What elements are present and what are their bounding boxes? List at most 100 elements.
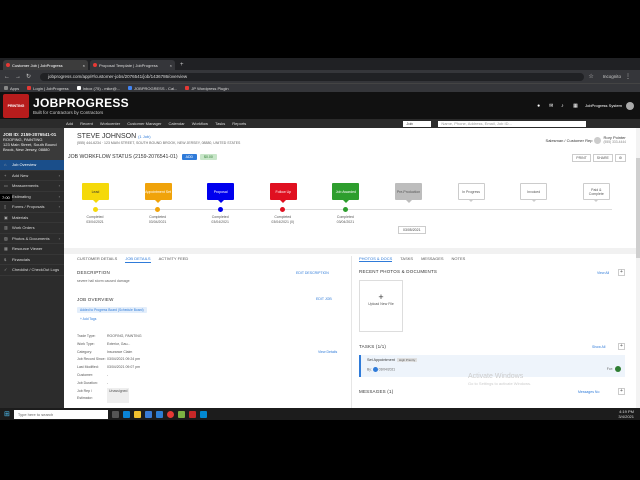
sidebar-item-forms[interactable]: ▯ Forms / Proposals ›: [0, 202, 64, 213]
add-icon[interactable]: +: [618, 269, 625, 276]
bookmark[interactable]: Login | JobProgress: [27, 86, 69, 91]
nav-customer-manager[interactable]: Customer Manager: [127, 121, 161, 126]
notification-icon[interactable]: ●: [537, 103, 543, 109]
nav-reports[interactable]: Reports: [232, 121, 246, 126]
tab-messages[interactable]: MESSAGES: [421, 256, 443, 262]
customer-name[interactable]: STEVE JOHNSON: [77, 133, 136, 140]
print-button[interactable]: PRINT: [572, 154, 591, 162]
scrollbar-thumb[interactable]: [636, 158, 640, 258]
nav-workflow[interactable]: Workflow: [192, 121, 208, 126]
stage-0[interactable]: Lead: [82, 183, 109, 203]
company-logo[interactable]: PRINTING: [3, 93, 29, 118]
upload-file-button[interactable]: + Upload New File: [359, 280, 403, 332]
settings-icon[interactable]: ⚙: [614, 154, 626, 162]
browser-tab[interactable]: Customer Job | JobProgress ×: [3, 60, 88, 70]
avatar[interactable]: [626, 101, 634, 110]
sidebar-item-measurements[interactable]: ▭ Measurements ›: [0, 181, 64, 192]
show-all-link[interactable]: Show All: [592, 345, 605, 349]
add-message-icon[interactable]: +: [618, 388, 625, 395]
incognito-label[interactable]: Incognito: [603, 74, 621, 79]
stage-7[interactable]: Invoiced: [520, 183, 548, 202]
add-task-icon[interactable]: +: [618, 343, 625, 350]
app-icon[interactable]: [188, 410, 196, 418]
nav-tasks[interactable]: Tasks: [215, 121, 225, 126]
edit-job-link[interactable]: EDIT JOB: [316, 297, 332, 301]
chrome-icon[interactable]: [166, 410, 174, 418]
sidebar-item-financials[interactable]: $ Financials: [0, 255, 64, 265]
sidebar-item-materials[interactable]: ▣ Materials: [0, 213, 64, 223]
taskbar-search-input[interactable]: Type here to search: [13, 409, 108, 419]
progress-board-tag[interactable]: Added to Progress Board (Schedule Board): [77, 307, 147, 313]
store-icon[interactable]: [144, 410, 152, 418]
message-icon[interactable]: ✉: [549, 103, 555, 109]
stage-5[interactable]: Pre-Production: [395, 183, 422, 203]
file-explorer-icon[interactable]: [133, 410, 141, 418]
reload-icon[interactable]: ↻: [26, 73, 31, 80]
task-for-label: For:: [606, 367, 613, 371]
windows-start-icon[interactable]: ⊞: [4, 410, 10, 418]
stage-8[interactable]: Paid & Complete: [582, 183, 610, 202]
nav-calendar[interactable]: Calendar: [168, 121, 184, 126]
tab-notes[interactable]: NOTES: [452, 256, 466, 262]
add-tags-link[interactable]: + Add Tags: [80, 317, 96, 321]
tab-activity-feed[interactable]: ACTIVITY FEED: [159, 256, 189, 263]
close-icon[interactable]: ×: [170, 63, 172, 68]
user-name[interactable]: JobProgress System: [585, 103, 622, 108]
bookmark[interactable]: JOBPROGRESS - Cal...: [128, 86, 177, 91]
new-tab-button[interactable]: +: [180, 60, 184, 70]
stage-2[interactable]: Proposal: [207, 183, 235, 203]
tab-title: Proposal Template | JobProgress: [99, 62, 158, 68]
nav-add[interactable]: Add: [66, 121, 73, 126]
view-details-link[interactable]: View Details: [318, 350, 337, 354]
tab-tasks[interactable]: TASKS: [400, 256, 413, 262]
url-input[interactable]: jobprogress.com/app/#/customer-jobs/2076…: [40, 72, 585, 81]
document-icon: ▯: [4, 204, 7, 210]
search-input[interactable]: Name, Phone, Address, Email, Job ID...: [438, 120, 587, 127]
rep-phone: (555) 333-4444: [603, 140, 626, 144]
sidebar-item-checklist[interactable]: ✓ Checklist / CheckOut Logs: [0, 265, 64, 276]
stage-3[interactable]: Follow Up: [269, 183, 297, 203]
edit-description-link[interactable]: EDIT DESCRIPTION: [296, 271, 329, 275]
nav-workcenter[interactable]: Workcenter: [100, 121, 120, 126]
edge-icon[interactable]: [122, 410, 130, 418]
tab-customer-details[interactable]: CUSTOMER DETAILS: [77, 256, 117, 263]
app-icon[interactable]: [177, 410, 185, 418]
messages-link[interactable]: Messages No: [578, 390, 599, 394]
star-icon[interactable]: ☆: [588, 73, 593, 80]
grid-icon[interactable]: ▦: [573, 103, 579, 109]
customer-jobs-count[interactable]: (1 Job): [138, 134, 150, 139]
add-button[interactable]: ADD: [181, 154, 198, 160]
bell-icon[interactable]: ♪: [561, 103, 567, 109]
mail-icon[interactable]: [155, 410, 163, 418]
task-title[interactable]: Set Appointment: [367, 358, 395, 362]
tab-photos-docs[interactable]: PHOTOS & DOCS: [359, 256, 393, 262]
system-tray[interactable]: 4:19 PM 3/4/2021: [618, 409, 640, 419]
detail-value[interactable]: Unassigned: [107, 387, 130, 404]
sidebar-item-resource-viewer[interactable]: ▦ Resource Viewer: [0, 244, 64, 255]
app-icon[interactable]: [199, 410, 207, 418]
stage-6[interactable]: In Progress: [457, 183, 485, 202]
bookmark[interactable]: Inbox (75) - mike@...: [76, 86, 120, 91]
tab-job-details[interactable]: JOB DETAILS: [125, 256, 151, 263]
sidebar-item-add-new[interactable]: + Add New ›: [0, 171, 64, 181]
search-scope-select[interactable]: Job: [403, 120, 432, 127]
sidebar-item-work-orders[interactable]: ▥ Work Orders: [0, 223, 64, 234]
bookmark-label: Login | JobProgress: [33, 85, 69, 91]
task-view-icon[interactable]: [111, 410, 119, 418]
bookmark[interactable]: Apps: [4, 86, 19, 91]
stage-1[interactable]: Appointment Set: [144, 183, 172, 203]
forward-icon[interactable]: →: [15, 74, 21, 80]
sidebar-item-job-overview[interactable]: ⌂ Job Overview: [0, 160, 64, 171]
menu-icon[interactable]: ⋮: [625, 73, 631, 80]
stage-4[interactable]: Job Awarded: [332, 183, 360, 203]
view-all-link[interactable]: View All: [597, 271, 609, 275]
browser-tab[interactable]: Proposal Template | JobProgress ×: [90, 60, 175, 70]
sidebar-item-photos[interactable]: ▨ Photos & Documents ›: [0, 234, 64, 244]
close-icon[interactable]: ×: [83, 63, 85, 68]
jobprogress-favicon-icon: [93, 63, 97, 67]
bookmark[interactable]: JP Wordpress Plugin: [185, 86, 229, 91]
scrollbar[interactable]: [636, 128, 640, 408]
share-button[interactable]: SHARE: [592, 154, 613, 162]
nav-recent[interactable]: Recent: [80, 121, 93, 126]
back-icon[interactable]: ←: [4, 74, 10, 80]
